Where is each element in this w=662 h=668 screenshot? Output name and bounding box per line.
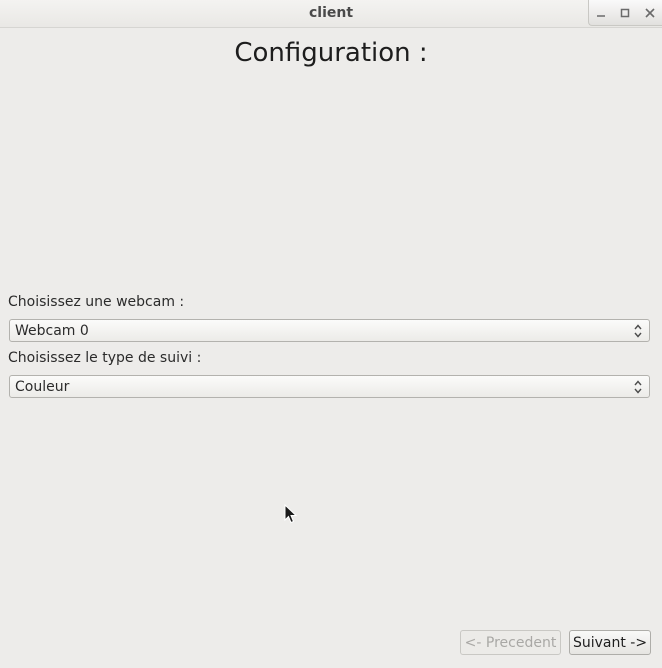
minimize-icon[interactable] [592,4,610,22]
updown-arrows-icon [633,378,643,395]
tracking-type-label: Choisissez le type de suivi : [8,350,202,366]
previous-button[interactable]: <- Precedent [460,630,561,655]
window-controls [588,0,662,26]
page-title: Configuration : [234,38,428,68]
next-button[interactable]: Suivant -> [569,630,651,655]
close-icon[interactable] [641,4,659,22]
webcam-select[interactable]: Webcam 0 [9,319,650,342]
tracking-type-select-value: Couleur [15,379,70,395]
maximize-icon[interactable] [616,4,634,22]
window-title: client [308,5,354,21]
tracking-type-select[interactable]: Couleur [9,375,650,398]
window-titlebar[interactable]: client [0,0,662,28]
updown-arrows-icon [633,322,643,339]
mouse-pointer-icon [284,504,298,524]
webcam-select-value: Webcam 0 [15,323,89,339]
webcam-label: Choisissez une webcam : [8,294,185,310]
